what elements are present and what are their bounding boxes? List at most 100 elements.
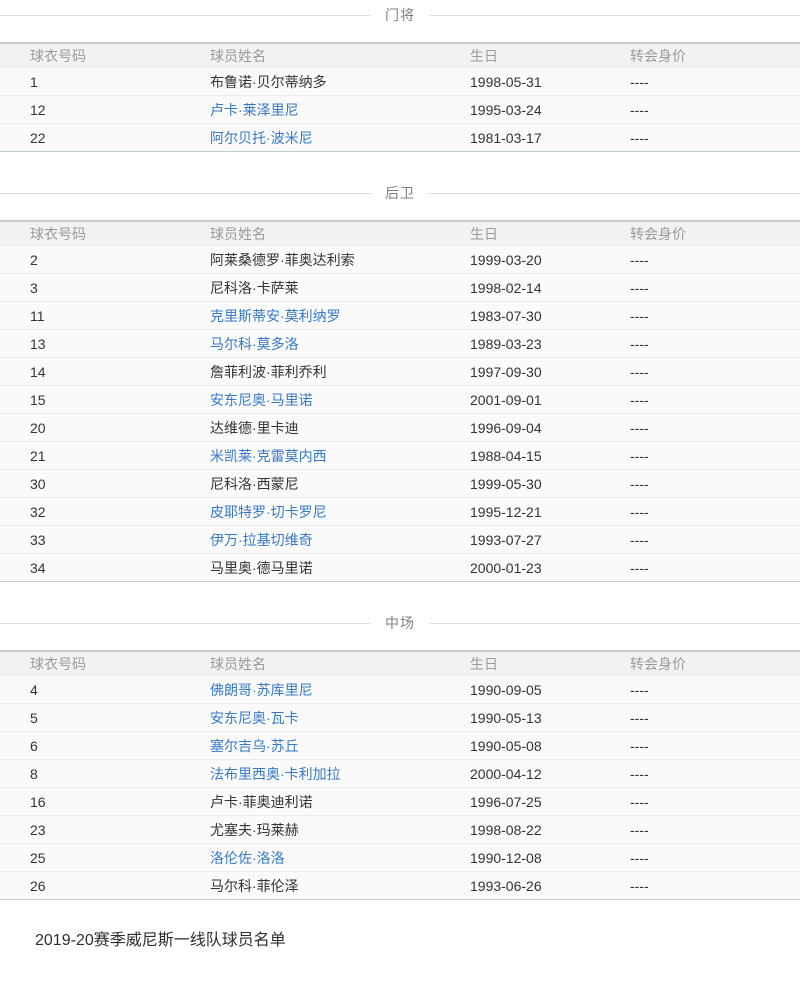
player-name-link[interactable]: 卢卡·莱泽里尼 — [210, 102, 299, 118]
player-name-cell: 阿莱桑德罗·菲奥达利索 — [180, 246, 440, 274]
jersey-number-cell: 22 — [0, 124, 180, 152]
player-name-link[interactable]: 佛朗哥·苏库里尼 — [210, 682, 313, 698]
divider-line-right — [429, 623, 800, 624]
table-header-row: 球衣号码 球员姓名 生日 转会身价 — [0, 651, 800, 676]
column-header-number: 球衣号码 — [0, 43, 180, 68]
player-name-link[interactable]: 马尔科·莫多洛 — [210, 336, 299, 352]
jersey-number-cell: 2 — [0, 246, 180, 274]
player-row: 32 皮耶特罗·切卡罗尼 1995-12-21 ---- — [0, 498, 800, 526]
column-header-value: 转会身价 — [600, 651, 800, 676]
birthday-cell: 1996-09-04 — [440, 414, 600, 442]
player-name-cell: 尤塞夫·玛莱赫 — [180, 816, 440, 844]
player-row: 1 布鲁诺·贝尔蒂纳多 1998-05-31 ---- — [0, 68, 800, 96]
player-name-link[interactable]: 塞尔吉乌·苏丘 — [210, 738, 299, 754]
transfer-value-cell: ---- — [600, 386, 800, 414]
jersey-number-cell: 11 — [0, 302, 180, 330]
birthday-cell: 2000-04-12 — [440, 760, 600, 788]
transfer-value-cell: ---- — [600, 732, 800, 760]
jersey-number-cell: 5 — [0, 704, 180, 732]
jersey-number-cell: 15 — [0, 386, 180, 414]
player-name-link[interactable]: 阿尔贝托·波米尼 — [210, 130, 313, 146]
player-name-cell: 洛伦佐·洛洛 — [180, 844, 440, 872]
player-name-link[interactable]: 洛伦佐·洛洛 — [210, 850, 285, 866]
player-name-cell: 达维德·里卡迪 — [180, 414, 440, 442]
caption: 2019-20赛季威尼斯一线队球员名单 — [35, 926, 800, 950]
player-row: 20 达维德·里卡迪 1996-09-04 ---- — [0, 414, 800, 442]
player-row: 8 法布里西奥·卡利加拉 2000-04-12 ---- — [0, 760, 800, 788]
birthday-cell: 1990-05-08 — [440, 732, 600, 760]
player-name-cell: 马尔科·莫多洛 — [180, 330, 440, 358]
player-row: 15 安东尼奥·马里诺 2001-09-01 ---- — [0, 386, 800, 414]
transfer-value-cell: ---- — [600, 358, 800, 386]
player-name-cell: 马尔科·菲伦泽 — [180, 872, 440, 900]
player-name-link[interactable]: 伊万·拉基切维奇 — [210, 532, 313, 548]
birthday-cell: 1983-07-30 — [440, 302, 600, 330]
player-name: 马里奥·德马里诺 — [210, 560, 313, 576]
player-name-link[interactable]: 皮耶特罗·切卡罗尼 — [210, 504, 327, 520]
birthday-cell: 1990-12-08 — [440, 844, 600, 872]
player-row: 30 尼科洛·西蒙尼 1999-05-30 ---- — [0, 470, 800, 498]
transfer-value-cell: ---- — [600, 526, 800, 554]
transfer-value-cell: ---- — [600, 816, 800, 844]
player-name-cell: 马里奥·德马里诺 — [180, 554, 440, 582]
section-title: 中场 — [0, 612, 800, 634]
column-header-birthday: 生日 — [440, 221, 600, 246]
player-name-cell: 皮耶特罗·切卡罗尼 — [180, 498, 440, 526]
divider-line-left — [0, 623, 371, 624]
player-row: 5 安东尼奥·瓦卡 1990-05-13 ---- — [0, 704, 800, 732]
roster-table: 球衣号码 球员姓名 生日 转会身价 4 佛朗哥·苏库里尼 1990-09-05 … — [0, 650, 800, 900]
birthday-cell: 1995-12-21 — [440, 498, 600, 526]
player-name-cell: 布鲁诺·贝尔蒂纳多 — [180, 68, 440, 96]
transfer-value-cell: ---- — [600, 124, 800, 152]
transfer-value-cell: ---- — [600, 788, 800, 816]
transfer-value-cell: ---- — [600, 302, 800, 330]
section-title-text: 后卫 — [385, 183, 415, 203]
transfer-value-cell: ---- — [600, 760, 800, 788]
jersey-number-cell: 3 — [0, 274, 180, 302]
table-body: 4 佛朗哥·苏库里尼 1990-09-05 ---- 5 安东尼奥·瓦卡 199… — [0, 676, 800, 900]
transfer-value-cell: ---- — [600, 844, 800, 872]
divider-line-left — [0, 15, 371, 16]
transfer-value-cell: ---- — [600, 246, 800, 274]
birthday-cell: 1996-07-25 — [440, 788, 600, 816]
player-name-link[interactable]: 米凯莱·克雷莫内西 — [210, 448, 327, 464]
transfer-value-cell: ---- — [600, 872, 800, 900]
player-row: 25 洛伦佐·洛洛 1990-12-08 ---- — [0, 844, 800, 872]
player-name-link[interactable]: 安东尼奥·瓦卡 — [210, 710, 299, 726]
table-body: 1 布鲁诺·贝尔蒂纳多 1998-05-31 ---- 12 卢卡·莱泽里尼 1… — [0, 68, 800, 152]
jersey-number-cell: 1 — [0, 68, 180, 96]
divider-line-right — [429, 15, 800, 16]
column-header-value: 转会身价 — [600, 221, 800, 246]
player-row: 4 佛朗哥·苏库里尼 1990-09-05 ---- — [0, 676, 800, 704]
player-row: 16 卢卡·菲奥迪利诺 1996-07-25 ---- — [0, 788, 800, 816]
birthday-cell: 1998-08-22 — [440, 816, 600, 844]
birthday-cell: 1989-03-23 — [440, 330, 600, 358]
player-row: 3 尼科洛·卡萨莱 1998-02-14 ---- — [0, 274, 800, 302]
jersey-number-cell: 20 — [0, 414, 180, 442]
table-header-row: 球衣号码 球员姓名 生日 转会身价 — [0, 43, 800, 68]
player-name-link[interactable]: 克里斯蒂安·莫利纳罗 — [210, 308, 341, 324]
table-header-row: 球衣号码 球员姓名 生日 转会身价 — [0, 221, 800, 246]
player-name: 尼科洛·卡萨莱 — [210, 280, 299, 296]
player-name: 达维德·里卡迪 — [210, 420, 299, 436]
player-row: 23 尤塞夫·玛莱赫 1998-08-22 ---- — [0, 816, 800, 844]
player-name-link[interactable]: 安东尼奥·马里诺 — [210, 392, 313, 408]
column-header-name: 球员姓名 — [180, 43, 440, 68]
jersey-number-cell: 6 — [0, 732, 180, 760]
player-row: 33 伊万·拉基切维奇 1993-07-27 ---- — [0, 526, 800, 554]
section-title-text: 中场 — [385, 613, 415, 633]
transfer-value-cell: ---- — [600, 96, 800, 124]
section-title-text: 门将 — [385, 5, 415, 25]
player-row: 2 阿莱桑德罗·菲奥达利索 1999-03-20 ---- — [0, 246, 800, 274]
transfer-value-cell: ---- — [600, 676, 800, 704]
birthday-cell: 2001-09-01 — [440, 386, 600, 414]
player-name: 布鲁诺·贝尔蒂纳多 — [210, 74, 327, 90]
player-name: 尼科洛·西蒙尼 — [210, 476, 299, 492]
player-name-link[interactable]: 法布里西奥·卡利加拉 — [210, 766, 341, 782]
player-name: 阿莱桑德罗·菲奥达利索 — [210, 252, 355, 268]
birthday-cell: 1981-03-17 — [440, 124, 600, 152]
player-name-cell: 米凯莱·克雷莫内西 — [180, 442, 440, 470]
column-header-birthday: 生日 — [440, 651, 600, 676]
transfer-value-cell: ---- — [600, 704, 800, 732]
player-name: 尤塞夫·玛莱赫 — [210, 822, 299, 838]
